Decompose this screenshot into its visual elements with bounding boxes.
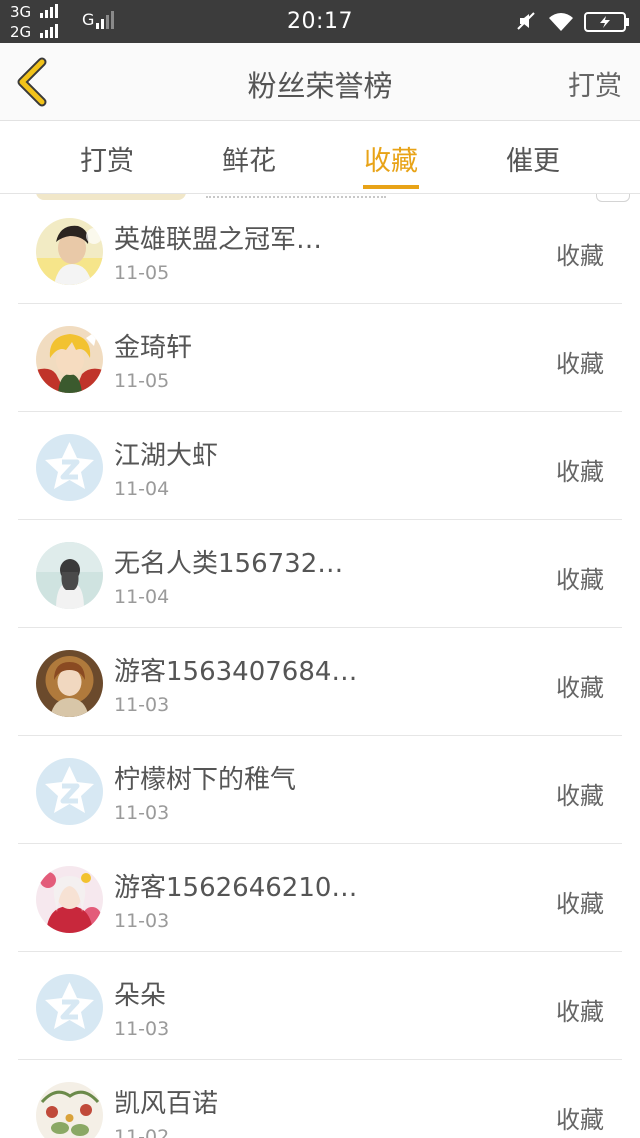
entry-action: 收藏 [556,566,604,594]
avatar [36,542,103,609]
entry-date: 11-03 [114,694,170,716]
username: 凯风百诺 [114,1089,219,1119]
status-time: 20:17 [287,9,353,34]
anime-avatar-red-icon [36,866,103,933]
entry-date: 11-03 [114,1018,170,1040]
list-item[interactable]: 凯风百诺 11-02 收藏 [0,1060,640,1138]
list-item[interactable]: 江湖大虾 11-04 收藏 [0,412,640,520]
username: 江湖大虾 [114,441,219,471]
entry-action: 收藏 [556,674,604,702]
entry-action: 收藏 [556,1106,604,1134]
wifi-icon [549,13,573,32]
list-item[interactable]: 游客1563407684… 11-03 收藏 [0,628,640,736]
list-item[interactable]: 英雄联盟之冠军… 11-05 收藏 [0,196,640,304]
entry-date: 11-03 [114,910,170,932]
entry-action: 收藏 [556,242,604,270]
avatar [36,974,103,1041]
page-title: 粉丝荣誉榜 [247,69,393,103]
entry-action: 收藏 [556,998,604,1026]
username: 英雄联盟之冠军… [114,225,323,255]
active-tab-indicator [363,185,419,189]
avatar [36,1082,103,1138]
entry-action: 收藏 [556,782,604,810]
default-avatar-icon [36,758,103,825]
default-avatar-icon [36,434,103,501]
entry-date: 11-05 [114,370,170,392]
list-item[interactable]: 柠檬树下的稚气 11-03 收藏 [0,736,640,844]
photo-avatar-boy-icon [36,218,103,285]
anime-avatar-blond-icon [36,326,103,393]
list-item[interactable]: 朵朵 11-03 收藏 [0,952,640,1060]
status-bar: 3G 2G G 20:17 [0,0,640,43]
tab-reward[interactable]: 打赏 [57,139,157,178]
list-item[interactable]: 无名人类156732… 11-04 收藏 [0,520,640,628]
avatar [36,434,103,501]
username: 朵朵 [114,981,167,1011]
avatar [36,650,103,717]
tab-flowers[interactable]: 鲜花 [199,139,299,178]
battery-icon [584,12,629,32]
photo-avatar-girl-icon [36,542,103,609]
username: 金琦轩 [114,333,193,363]
avatar [36,326,103,393]
username: 游客1563407684… [114,657,358,687]
illustration-avatar-icon [36,1082,103,1138]
default-avatar-icon [36,974,103,1041]
username: 柠檬树下的稚气 [114,765,297,795]
entry-action: 收藏 [556,890,604,918]
entry-date: 11-02 [114,1126,170,1138]
tab-urge-update[interactable]: 催更 [483,139,583,178]
list-item[interactable]: 游客1562646210… 11-03 收藏 [0,844,640,952]
entry-date: 11-03 [114,802,170,824]
entry-date: 11-05 [114,262,170,284]
username: 游客1562646210… [114,873,358,903]
avatar [36,758,103,825]
fan-list[interactable]: 英雄联盟之冠军… 11-05 收藏 金琦轩 11-05 收藏 江湖大虾 11-0… [0,194,640,1138]
painting-avatar-icon [36,650,103,717]
title-bar: 粉丝荣誉榜 打赏 [0,43,640,121]
entry-action: 收藏 [556,350,604,378]
tab-favorites[interactable]: 收藏 [341,139,441,178]
username: 无名人类156732… [114,549,344,579]
mute-icon [517,12,535,30]
entry-date: 11-04 [114,586,170,608]
reward-button[interactable]: 打赏 [568,64,622,103]
avatar [36,866,103,933]
entry-action: 收藏 [556,458,604,486]
avatar [36,218,103,285]
list-item[interactable]: 金琦轩 11-05 收藏 [0,304,640,412]
tab-bar: 打赏 鲜花 收藏 催更 [0,121,640,194]
entry-date: 11-04 [114,478,170,500]
